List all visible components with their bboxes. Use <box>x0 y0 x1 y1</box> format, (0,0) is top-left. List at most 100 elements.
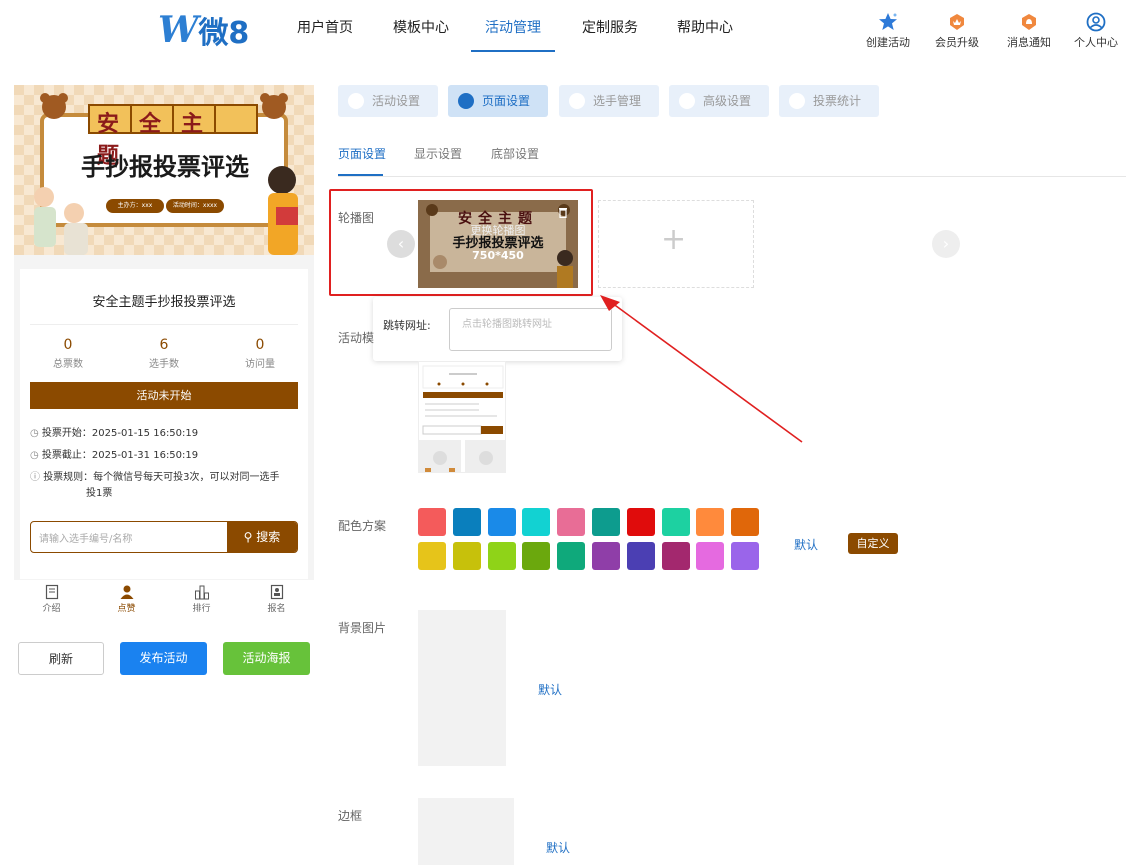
jump-url-input[interactable]: 点击轮播图跳转网址 <box>449 308 612 351</box>
nav-label: 用户首页 <box>297 20 353 36</box>
border-label: 边框 <box>338 809 363 823</box>
color-swatch[interactable] <box>696 542 725 570</box>
bottom-nav-like[interactable]: 点赞 <box>102 584 152 618</box>
add-carousel-slot[interactable]: + <box>598 200 754 288</box>
color-swatch[interactable] <box>522 542 551 570</box>
chevron-right-icon: › <box>942 234 950 253</box>
bottom-nav-rank[interactable]: 排行 <box>177 584 227 618</box>
nav-label: 活动管理 <box>485 20 541 36</box>
color-default-link[interactable]: 默认 <box>794 536 818 553</box>
search-button-label: 搜索 <box>256 530 281 544</box>
plus-icon: + <box>661 222 687 257</box>
nav-label: 定制服务 <box>582 20 638 36</box>
refresh-button[interactable]: 刷新 <box>18 642 104 675</box>
tab-page-settings[interactable]: 页面设置 <box>448 85 548 117</box>
nav-activity-management[interactable]: 活动管理 <box>471 0 555 54</box>
info-icon: ⓘ <box>30 472 40 483</box>
color-swatch[interactable] <box>592 508 620 536</box>
signup-icon <box>270 584 283 600</box>
color-swatch[interactable] <box>418 508 446 536</box>
messages-label: 消息通知 <box>1007 36 1051 49</box>
grid-icon <box>458 93 474 109</box>
tab-contestant-management[interactable]: 选手管理 <box>559 85 659 117</box>
stat-value: 0 <box>63 337 73 353</box>
crown-badge-icon <box>950 14 964 30</box>
subtab-display-settings[interactable]: 显示设置 <box>414 145 462 162</box>
mobile-preview: 安全主题 手抄报投票评选 主办方：xxx 活动时间：xxxx 安全主题手抄报投票… <box>14 85 314 580</box>
color-swatch[interactable] <box>592 542 620 570</box>
member-upgrade-button[interactable]: 会员升级 <box>927 12 987 50</box>
background-image-preview[interactable] <box>418 610 506 766</box>
stat-value: 6 <box>159 337 169 353</box>
color-swatch[interactable] <box>418 542 446 570</box>
bottom-nav-signup[interactable]: 报名 <box>252 584 302 618</box>
tab-advanced-settings[interactable]: 高级设置 <box>669 85 769 117</box>
color-swatch[interactable] <box>661 508 690 536</box>
border-preview[interactable] <box>418 798 514 865</box>
subtab-divider <box>338 176 1126 177</box>
user-center-label: 个人中心 <box>1074 36 1118 49</box>
search-input[interactable]: 请输入选手编号/名称 <box>39 530 132 545</box>
tab-vote-statistics[interactable]: 投票统计 <box>779 85 879 117</box>
logo-letter: W <box>158 9 198 51</box>
bottom-nav-label: 排行 <box>192 604 211 614</box>
tab-label: 投票统计 <box>813 94 862 108</box>
stat-total-votes: 0 总票数 <box>53 337 83 370</box>
bottom-nav-label: 介绍 <box>42 604 61 614</box>
carousel-next-arrow[interactable]: › <box>932 230 960 258</box>
color-swatch[interactable] <box>731 542 760 570</box>
nav-home[interactable]: 用户首页 <box>297 0 353 54</box>
tab-label: 页面设置 <box>482 94 531 108</box>
stat-label: 总票数 <box>53 359 83 370</box>
publish-activity-button[interactable]: 发布活动 <box>120 642 207 675</box>
search-button[interactable]: ⚲ 搜索 <box>227 522 297 552</box>
color-swatch[interactable] <box>557 542 586 570</box>
vote-end-text: 投票截止：2025-01-31 16:50:19 <box>41 450 199 461</box>
stats-row: 0 总票数 6 选手数 0 访问量 <box>20 337 308 370</box>
color-swatch[interactable] <box>731 508 760 536</box>
sliders-icon <box>679 93 695 109</box>
subtab-page-settings[interactable]: 页面设置 <box>338 145 386 162</box>
user-icon <box>1086 12 1106 32</box>
preview-title: 安全主题手抄报投票评选 <box>92 295 236 310</box>
color-swatch[interactable] <box>522 508 551 536</box>
color-swatch[interactable] <box>696 508 725 536</box>
subtab-active-indicator <box>338 174 383 176</box>
divider <box>30 324 298 325</box>
activity-poster-button[interactable]: 活动海报 <box>223 642 310 675</box>
logo[interactable]: W 微8 <box>158 9 249 51</box>
vote-start-info: ◷ 投票开始：2025-01-15 16:50:19 <box>30 426 198 442</box>
nav-custom-service[interactable]: 定制服务 <box>582 0 638 54</box>
member-upgrade-label: 会员升级 <box>935 36 979 49</box>
nav-templates[interactable]: 模板中心 <box>393 0 449 54</box>
color-swatch[interactable] <box>661 542 690 570</box>
color-swatch[interactable] <box>452 508 481 536</box>
color-swatch[interactable] <box>487 542 516 570</box>
color-swatch[interactable] <box>626 542 655 570</box>
background-default-link[interactable]: 默认 <box>538 681 562 698</box>
jump-url-popover: 跳转网址: 点击轮播图跳转网址 <box>373 297 622 361</box>
color-swatch[interactable] <box>557 508 586 536</box>
create-activity-label: 创建活动 <box>866 36 910 49</box>
clock-icon: ◷ <box>30 450 39 461</box>
color-swatch[interactable] <box>487 508 516 536</box>
subtab-footer-settings[interactable]: 底部设置 <box>491 145 539 162</box>
template-thumbnail[interactable] <box>418 361 506 473</box>
nav-help[interactable]: 帮助中心 <box>677 0 733 54</box>
border-default-link[interactable]: 默认 <box>546 839 570 856</box>
tab-activity-settings[interactable]: 活动设置 <box>338 85 438 117</box>
stat-visits: 0 访问量 <box>245 337 275 370</box>
bottom-nav-intro[interactable]: 介绍 <box>27 584 77 618</box>
color-swatch[interactable] <box>626 508 655 536</box>
color-swatch[interactable] <box>452 542 481 570</box>
search-icon: ⚲ <box>243 530 253 544</box>
document-icon <box>45 584 58 600</box>
custom-color-button[interactable]: 自定义 <box>848 533 898 554</box>
bell-badge-icon <box>1022 14 1036 30</box>
user-center-button[interactable]: 个人中心 <box>1066 12 1126 50</box>
tab-label: 活动设置 <box>372 94 421 108</box>
color-scheme-label: 配色方案 <box>338 519 387 533</box>
create-activity-button[interactable]: 创建活动 <box>858 12 918 50</box>
messages-button[interactable]: 消息通知 <box>999 12 1059 50</box>
activity-status-button[interactable]: 活动未开始 <box>30 382 298 409</box>
